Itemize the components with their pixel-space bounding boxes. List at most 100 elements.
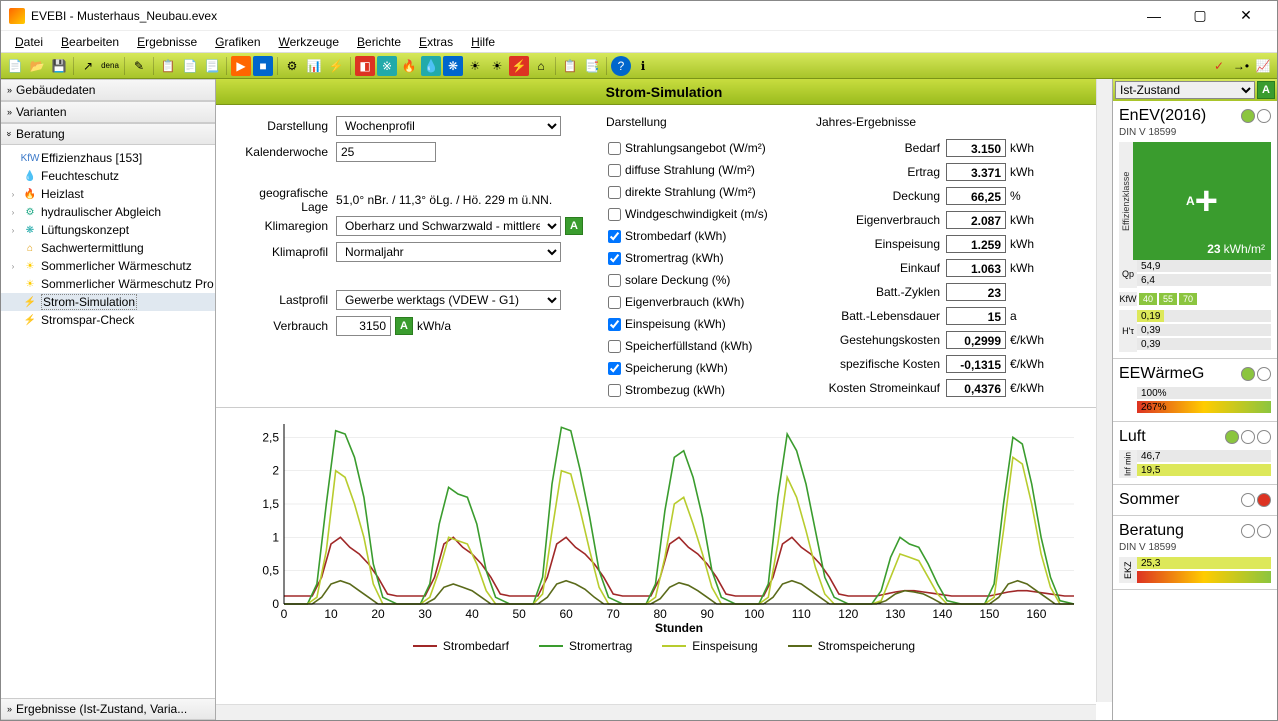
acc-beratung[interactable]: »Beratung [1,123,215,145]
tree-icon: ☀ [23,259,37,273]
legend: StrombedarfStromertragEinspeisungStromsp… [226,639,1102,653]
status-empty-icon [1257,109,1271,123]
acc-varianten[interactable]: »Varianten [1,101,215,123]
mod4-icon[interactable]: 💧 [421,56,441,76]
doc1-icon[interactable]: 📋 [158,56,178,76]
svg-text:140: 140 [932,607,952,621]
center-panel: Strom-Simulation Darstellung Wochenprofi… [216,79,1112,720]
verbrauch-input[interactable] [336,316,391,336]
a-badge2-icon[interactable]: A [395,317,413,335]
tree-item-heizlast[interactable]: ›🔥Heizlast [1,185,215,203]
mod5-icon[interactable]: ❋ [443,56,463,76]
chk-8[interactable]: Einspeisung (kWh) [606,313,796,335]
scrollbar-horizontal[interactable] [216,704,1096,720]
mod8-icon[interactable]: ⚡ [509,56,529,76]
tree-item-l-ftungskonzept[interactable]: ›❋Lüftungskonzept [1,221,215,239]
mod6-icon[interactable]: ☀ [465,56,485,76]
mod1-icon[interactable]: ◧ [355,56,375,76]
svg-text:80: 80 [654,607,668,621]
dena-icon[interactable]: dena [100,56,120,76]
chk-4[interactable]: Strombedarf (kWh) [606,225,796,247]
doc3-icon[interactable]: 📃 [202,56,222,76]
darstellung-select[interactable]: Wochenprofil [336,116,561,136]
run-icon[interactable]: ▶ [231,56,251,76]
svg-text:160: 160 [1026,607,1046,621]
a-badge-icon[interactable]: A [565,217,583,235]
close-button[interactable]: ✕ [1223,1,1269,31]
lastprofil-select[interactable]: Gewerbe werktags (VDEW - G1) [336,290,561,310]
svg-text:Stunden: Stunden [655,621,703,634]
svg-text:10: 10 [324,607,338,621]
help-icon[interactable]: ? [611,56,631,76]
luft-title: Luft [1119,428,1146,446]
tool1-icon[interactable]: ⚙ [282,56,302,76]
mod7-icon[interactable]: ☀ [487,56,507,76]
edit-icon[interactable]: ✎ [129,56,149,76]
menu-hilfe[interactable]: Hilfe [463,33,503,51]
legend-1: Stromertrag [539,639,632,653]
tree-item-effizienzhaus-[interactable]: KfWEffizienzhaus [153] [1,149,215,167]
chk-7[interactable]: Eigenverbrauch (kWh) [606,291,796,313]
right-panel: Ist-Zustand A EnEV(2016) DIN V 18599 Eff… [1112,79,1277,720]
menu-bearbeiten[interactable]: Bearbeiten [53,33,127,51]
connect-icon[interactable]: →• [1231,56,1251,76]
menu-werkzeuge[interactable]: Werkzeuge [271,33,347,51]
tree-item-stromspar-check[interactable]: ⚡Stromspar-Check [1,311,215,329]
info-icon[interactable]: ℹ [633,56,653,76]
titlebar: EVEBI - Musterhaus_Neubau.evex — ▢ ✕ [1,1,1277,31]
chk-1[interactable]: diffuse Strahlung (W/m²) [606,159,796,181]
tree-item-feuchteschutz[interactable]: 💧Feuchteschutz [1,167,215,185]
result-4: Einspeisung1.259kWh [816,233,1046,255]
result-3: Eigenverbrauch2.087kWh [816,209,1046,231]
tree-item-sommerlicher-w-rmeschutz[interactable]: ›☀Sommerlicher Wärmeschutz [1,257,215,275]
new-icon[interactable]: 📄 [5,56,25,76]
stop-icon[interactable]: ■ [253,56,273,76]
svg-text:1,5: 1,5 [262,497,279,511]
open-icon[interactable]: 📂 [27,56,47,76]
a-badge3-icon[interactable]: A [1257,81,1275,99]
tool3-icon[interactable]: ⚡ [326,56,346,76]
menu-grafiken[interactable]: Grafiken [207,33,268,51]
tree-item-hydraulischer-abgleich[interactable]: ›⚙hydraulischer Abgleich [1,203,215,221]
export-icon[interactable]: ↗ [78,56,98,76]
save-icon[interactable]: 💾 [49,56,69,76]
kfw-chip-70: 70 [1179,293,1197,305]
tool2-icon[interactable]: 📊 [304,56,324,76]
scrollbar-vertical[interactable] [1096,79,1112,702]
doc2-icon[interactable]: 📄 [180,56,200,76]
svg-text:40: 40 [465,607,479,621]
mod9-icon[interactable]: ⌂ [531,56,551,76]
svg-text:50: 50 [512,607,526,621]
minimize-button[interactable]: — [1131,1,1177,31]
mod2-icon[interactable]: ※ [377,56,397,76]
tree-icon: ☀ [23,277,37,291]
check-icon[interactable]: ✓ [1209,56,1229,76]
chk-3[interactable]: Windgeschwindigkeit (m/s) [606,203,796,225]
menu-ergebnisse[interactable]: Ergebnisse [129,33,205,51]
menu-extras[interactable]: Extras [411,33,461,51]
chk-10[interactable]: Speicherung (kWh) [606,357,796,379]
chk-9[interactable]: Speicherfüllstand (kWh) [606,335,796,357]
chk-5[interactable]: Stromertrag (kWh) [606,247,796,269]
tree-item-strom-simulation[interactable]: ⚡Strom-Simulation [1,293,215,311]
tree-item-sachwertermittlung[interactable]: ⌂Sachwertermittlung [1,239,215,257]
tree-item-sommerlicher-w-rmeschutz-pro[interactable]: ☀Sommerlicher Wärmeschutz Pro [1,275,215,293]
menu-berichte[interactable]: Berichte [349,33,409,51]
report1-icon[interactable]: 📋 [560,56,580,76]
report2-icon[interactable]: 📑 [582,56,602,76]
klimaregion-select[interactable]: Oberharz und Schwarzwald - mittlere Lage… [336,216,561,236]
maximize-button[interactable]: ▢ [1177,1,1223,31]
menu-datei[interactable]: Datei [7,33,51,51]
acc-ergebnisse[interactable]: »Ergebnisse (Ist-Zustand, Varia... [1,698,215,720]
kalenderwoche-input[interactable] [336,142,436,162]
chk-0[interactable]: Strahlungsangebot (W/m²) [606,137,796,159]
klimaprofil-select[interactable]: Normaljahr [336,242,561,262]
chk-11[interactable]: Strombezug (kWh) [606,379,796,401]
mod3-icon[interactable]: 🔥 [399,56,419,76]
chk-2[interactable]: direkte Strahlung (W/m²) [606,181,796,203]
chart-icon[interactable]: 📈 [1253,56,1273,76]
chk-6[interactable]: solare Deckung (%) [606,269,796,291]
variant-select[interactable]: Ist-Zustand [1115,81,1255,99]
legend-2: Einspeisung [662,639,757,653]
acc-gebaeudedaten[interactable]: »Gebäudedaten [1,79,215,101]
